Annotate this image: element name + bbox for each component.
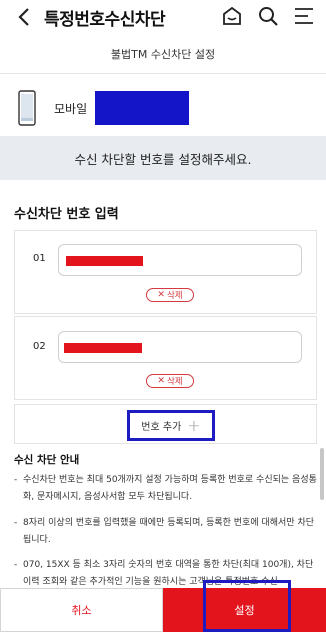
phone-icon [18,90,36,126]
guide-item: - 070, 15XX 등 최소 3자리 숫자의 번호 대역을 통한 차단(최대… [14,557,318,591]
plus-icon: + [187,416,201,435]
redacted-phone-number [95,91,190,125]
device-label: 모바일 [54,101,88,116]
menu-icon[interactable] [292,4,316,28]
device-row: 모바일 [0,86,326,130]
header-actions [220,4,316,28]
close-icon: ✕ [157,376,165,386]
top-bar: 특정번호수신차단 [0,0,326,34]
delete-button[interactable]: ✕ 삭제 [146,374,194,388]
back-arrow-icon[interactable] [10,0,38,34]
home-icon[interactable] [220,4,244,28]
subheader-label: 불법TM 수신차단 설정 [110,48,216,61]
add-number-row: 번호 추가 + [14,404,317,444]
close-icon: ✕ [157,290,165,300]
add-number-label: 번호 추가 [141,422,182,433]
search-icon[interactable] [256,4,280,28]
notice-text: 수신 차단할 번호를 설정해주세요. [74,151,252,167]
redacted-input-value [64,343,142,353]
add-number-button[interactable]: 번호 추가 + [127,410,215,441]
bullet: - [14,475,18,485]
phone-number-input[interactable] [58,331,302,363]
notice-banner: 수신 차단할 번호를 설정해주세요. [0,136,326,180]
phone-number-input[interactable] [58,244,302,276]
delete-label: 삭제 [166,291,183,301]
divider [0,73,326,74]
entry-index: 02 [33,341,46,352]
scrollbar[interactable] [320,448,324,500]
block-entry-card: 02 ✕ 삭제 [14,316,317,400]
delete-button[interactable]: ✕ 삭제 [146,288,194,302]
section-title: 수신차단 번호 입력 [14,207,119,222]
guide-item: - 수신차단 번호는 최대 50개까지 설정 가능하며 등록한 번호로 수신되는… [14,472,318,506]
guide-title: 수신 차단 안내 [14,454,80,466]
confirm-button[interactable]: 설정 [163,588,326,632]
guide-item: - 8자리 이상의 번호를 입력했을 때에만 등록되며, 등록한 번호에 대해서… [14,515,318,549]
bottom-action-bar: 취소 설정 [0,588,326,640]
cancel-button[interactable]: 취소 [0,588,163,632]
bullet: - [14,518,18,528]
delete-label: 삭제 [166,377,183,387]
bullet: - [14,560,18,570]
page-title: 특정번호수신차단 [44,9,166,30]
block-entry-card: 01 ✕ 삭제 [14,230,317,314]
entry-index: 01 [33,253,46,264]
redacted-input-value [66,256,143,266]
